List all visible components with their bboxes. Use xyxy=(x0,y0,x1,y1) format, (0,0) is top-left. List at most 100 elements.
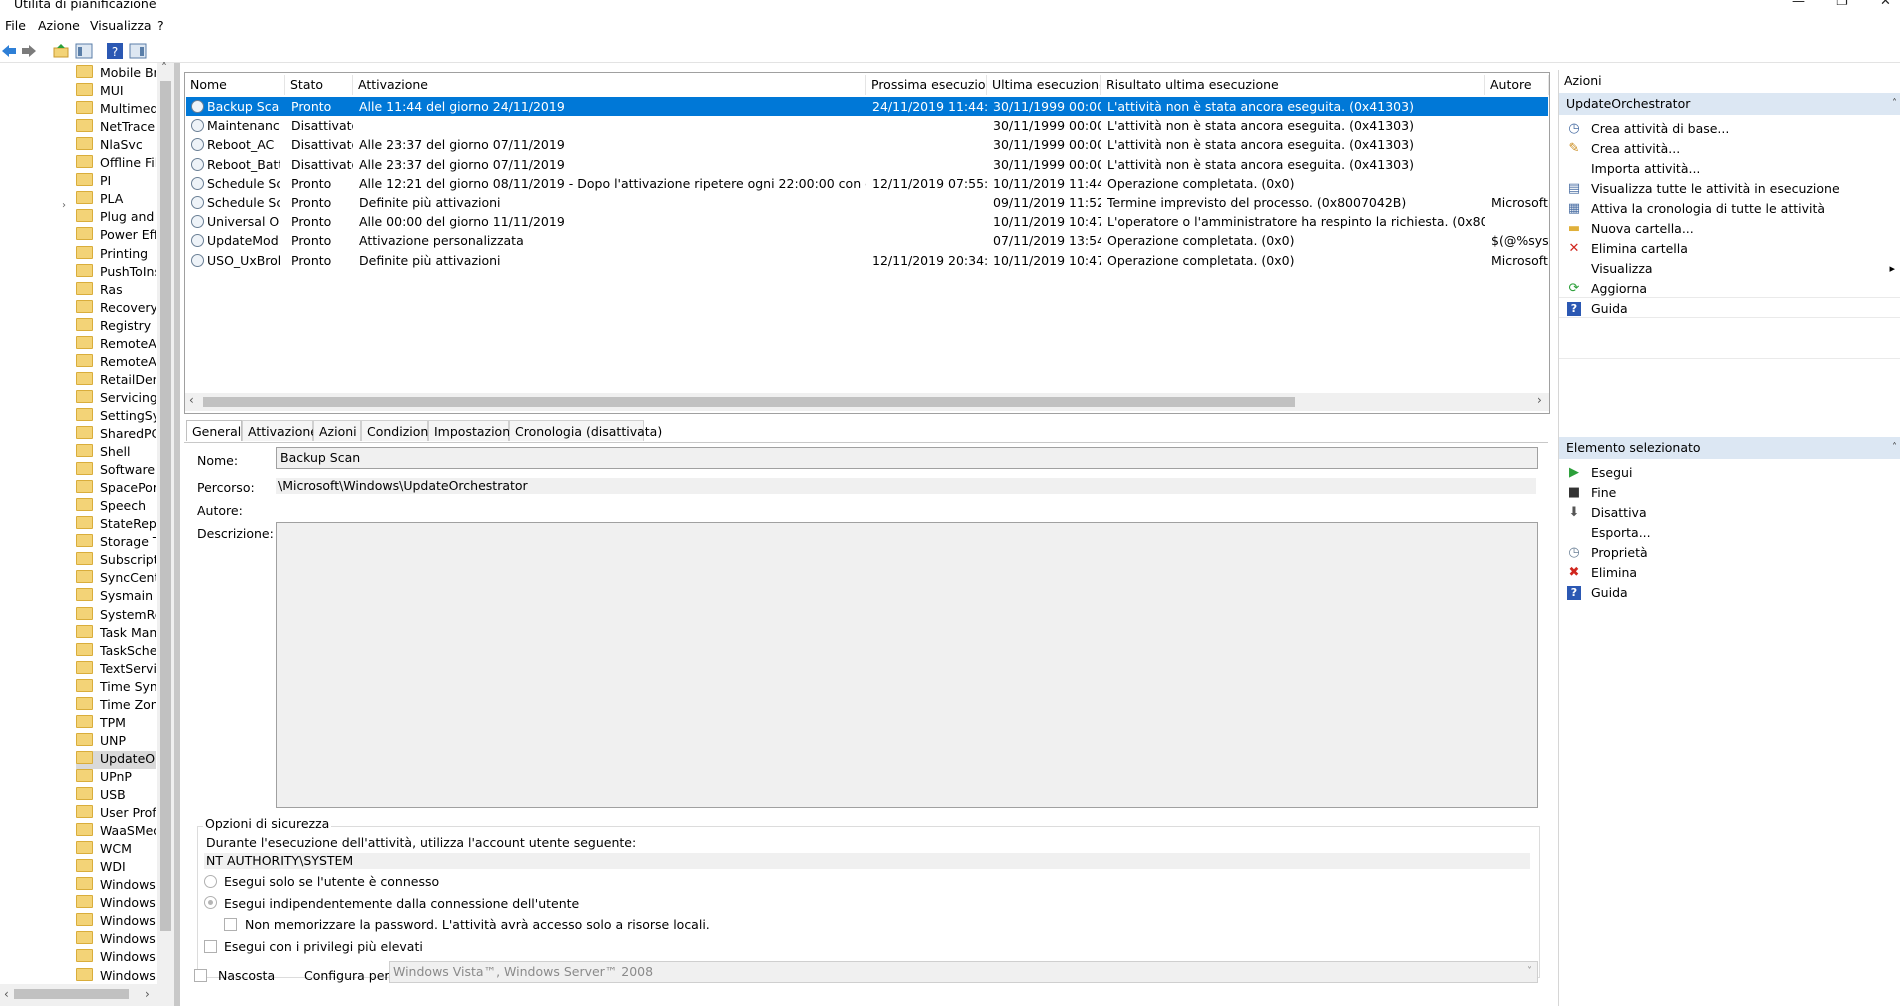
column-header-last-result[interactable]: Risultato ultima esecuzione xyxy=(1101,75,1485,95)
radio-logged-on[interactable] xyxy=(204,875,217,888)
tree-item[interactable]: Windows Activation xyxy=(76,877,156,895)
tree-item[interactable]: Mobile Broadband xyxy=(76,65,156,83)
column-header-trigger[interactable]: Attivazione xyxy=(353,75,866,95)
tree-item[interactable]: Windows Filtering xyxy=(76,931,156,949)
show-hide-action-pane-icon[interactable] xyxy=(129,42,147,60)
hidden-checkbox[interactable] xyxy=(194,969,207,982)
forward-icon[interactable] xyxy=(20,42,38,60)
up-folder-icon[interactable] xyxy=(52,42,70,60)
action-item[interactable]: ⬇ Disattiva xyxy=(1559,502,1900,524)
tree-item[interactable]: TextServices xyxy=(76,660,156,679)
tree-item[interactable]: UpdateOrchestrator xyxy=(76,750,156,769)
tree-item[interactable]: UPnP xyxy=(76,768,156,787)
table-row[interactable]: Maintenanc... Disattivato 30/11/1999 00:00… xyxy=(186,116,1548,135)
action-item[interactable]: ■ Fine xyxy=(1559,482,1900,504)
tree-item[interactable]: NetTrace xyxy=(76,119,156,137)
tree-item[interactable]: Power Efficiency xyxy=(76,227,156,245)
tree-item[interactable]: SyncCenter xyxy=(76,570,156,588)
tab-azioni[interactable]: Azioni xyxy=(313,420,361,441)
action-item[interactable]: ◷ Proprietà xyxy=(1559,542,1900,564)
tree-item[interactable]: Servicing xyxy=(76,389,156,408)
table-row[interactable]: Schedule Scan Pronto Alle 12:21 del giorno… xyxy=(186,174,1548,193)
action-item[interactable]: ✕ Elimina cartella xyxy=(1559,238,1900,260)
name-field[interactable]: Backup Scan xyxy=(276,447,1538,469)
tree-item[interactable]: Subscription xyxy=(76,552,156,570)
scroll-thumb[interactable] xyxy=(203,397,1295,407)
tree-item[interactable]: SharedPC xyxy=(76,426,156,444)
action-item[interactable]: ? Guida xyxy=(1559,582,1900,604)
table-row[interactable]: Backup Scan Pronto Alle 11:44 del giorno 2… xyxy=(186,97,1548,116)
tab-condizioni[interactable]: Condizioni xyxy=(361,420,432,441)
scroll-left-icon[interactable]: ‹ xyxy=(189,393,194,407)
tree-item[interactable]: Windows Subsystem xyxy=(76,967,156,985)
tree-horizontal-scrollbar[interactable]: ‹ › xyxy=(0,984,174,1006)
tree-item[interactable]: Storage Tiers xyxy=(76,534,156,552)
tab-generale[interactable]: Generale xyxy=(186,420,249,441)
tree-item[interactable]: RetailDemo xyxy=(76,371,156,390)
description-field[interactable] xyxy=(276,522,1538,808)
tab-cronologia[interactable]: Cronologia (disattivata) xyxy=(509,420,662,441)
list-horizontal-scrollbar[interactable]: ‹ › xyxy=(185,393,1549,411)
tree-item[interactable]: WDI xyxy=(76,859,156,877)
table-row[interactable]: Reboot_AC Disattivato Alle 23:37 del giorn… xyxy=(186,135,1548,154)
column-header-last-run[interactable]: Ultima esecuzione xyxy=(987,75,1101,95)
tree-item[interactable]: Printing xyxy=(76,245,156,264)
table-row[interactable]: Reboot_Batt... Disattivato Alle 23:37 del … xyxy=(186,155,1548,174)
tree-item[interactable]: NlaSvc xyxy=(76,137,156,155)
tree-item[interactable]: Windows Error Reporting xyxy=(76,913,156,931)
action-item[interactable]: ▶ Esegui xyxy=(1559,462,1900,484)
menu-file[interactable]: File xyxy=(5,18,26,33)
action-item[interactable]: ▬ Nuova cartella... xyxy=(1559,218,1900,240)
column-header-name[interactable]: Nome xyxy=(185,75,285,95)
scroll-right-icon[interactable]: › xyxy=(145,987,150,1001)
tree-item[interactable]: Task Manager xyxy=(76,624,156,643)
tree-item[interactable]: RemoteApp xyxy=(76,335,156,354)
tree-item[interactable]: Time Synchronization xyxy=(76,678,156,697)
expand-arrow-icon[interactable]: › xyxy=(62,200,66,211)
restore-icon[interactable]: ❐ xyxy=(1836,0,1848,9)
close-icon[interactable]: ✕ xyxy=(1880,0,1891,9)
table-row[interactable]: Universal Or... Pronto Alle 00:00 del gior… xyxy=(186,212,1548,231)
tree-item[interactable]: Windows Media xyxy=(76,949,156,967)
tree-item[interactable]: PLA xyxy=(76,191,156,209)
tree-item[interactable]: Registry xyxy=(76,317,156,336)
show-hide-tree-icon[interactable] xyxy=(75,42,93,60)
action-item[interactable]: ✎ Crea attività... xyxy=(1559,138,1900,160)
tree-item[interactable]: Offline Files xyxy=(76,155,156,173)
tree-item[interactable]: UNP xyxy=(76,732,156,751)
tree-item[interactable]: SoftwareProtection xyxy=(76,462,156,480)
tree-item[interactable]: SystemRestore xyxy=(76,606,156,625)
tree-item[interactable]: PI xyxy=(76,173,156,191)
collapse-icon[interactable]: ˄ xyxy=(1892,93,1897,115)
tree-item[interactable]: Windows Defender xyxy=(76,895,156,913)
tree-item[interactable]: Sysmain xyxy=(76,588,156,606)
action-item[interactable]: ▦ Attiva la cronologia di tutte le attivi… xyxy=(1559,198,1900,220)
collapse-icon[interactable]: ˄ xyxy=(1892,437,1897,459)
tree-item[interactable]: Time Zone xyxy=(76,696,156,715)
configure-for-select[interactable]: Windows Vista™, Windows Server™ 2008 ˅ xyxy=(389,961,1538,983)
menu-help[interactable]: ? xyxy=(157,18,164,33)
column-header-next-run[interactable]: Prossima esecuzione xyxy=(866,75,987,95)
tree-item[interactable]: Multimedia xyxy=(76,101,156,119)
help-icon[interactable]: ? xyxy=(106,42,124,60)
tree-item[interactable]: Plug and Play xyxy=(76,209,156,227)
minimize-icon[interactable]: — xyxy=(1792,0,1805,9)
section-selected-item[interactable]: Elemento selezionato ˄ xyxy=(1559,437,1900,459)
tree-item[interactable]: WCM xyxy=(76,841,156,859)
radio-any-user-label[interactable]: Esegui indipendentemente dalla connessio… xyxy=(224,896,579,911)
tree-item[interactable]: SpacePort xyxy=(76,480,156,498)
pane-splitter[interactable] xyxy=(174,63,180,1006)
tree-item[interactable]: Shell xyxy=(76,444,156,462)
no-password-checkbox[interactable] xyxy=(224,918,237,931)
table-row[interactable]: Schedule Sc... Pronto Definite più attivaz… xyxy=(186,193,1549,212)
table-row[interactable]: UpdateMod... Pronto Attivazione personaliz… xyxy=(186,231,1549,250)
tree-item[interactable]: TPM xyxy=(76,714,156,733)
highest-privileges-checkbox[interactable] xyxy=(204,940,217,953)
back-icon[interactable] xyxy=(0,42,18,60)
tree-item[interactable]: User Profile xyxy=(76,805,156,823)
tree-item[interactable]: USB xyxy=(76,787,156,805)
tree-item[interactable]: MUI xyxy=(76,83,156,101)
scroll-up-icon[interactable]: ˄ xyxy=(161,61,167,75)
no-password-label[interactable]: Non memorizzare la password. L'attività … xyxy=(245,917,710,932)
highest-privileges-label[interactable]: Esegui con i privilegi più elevati xyxy=(224,939,423,954)
